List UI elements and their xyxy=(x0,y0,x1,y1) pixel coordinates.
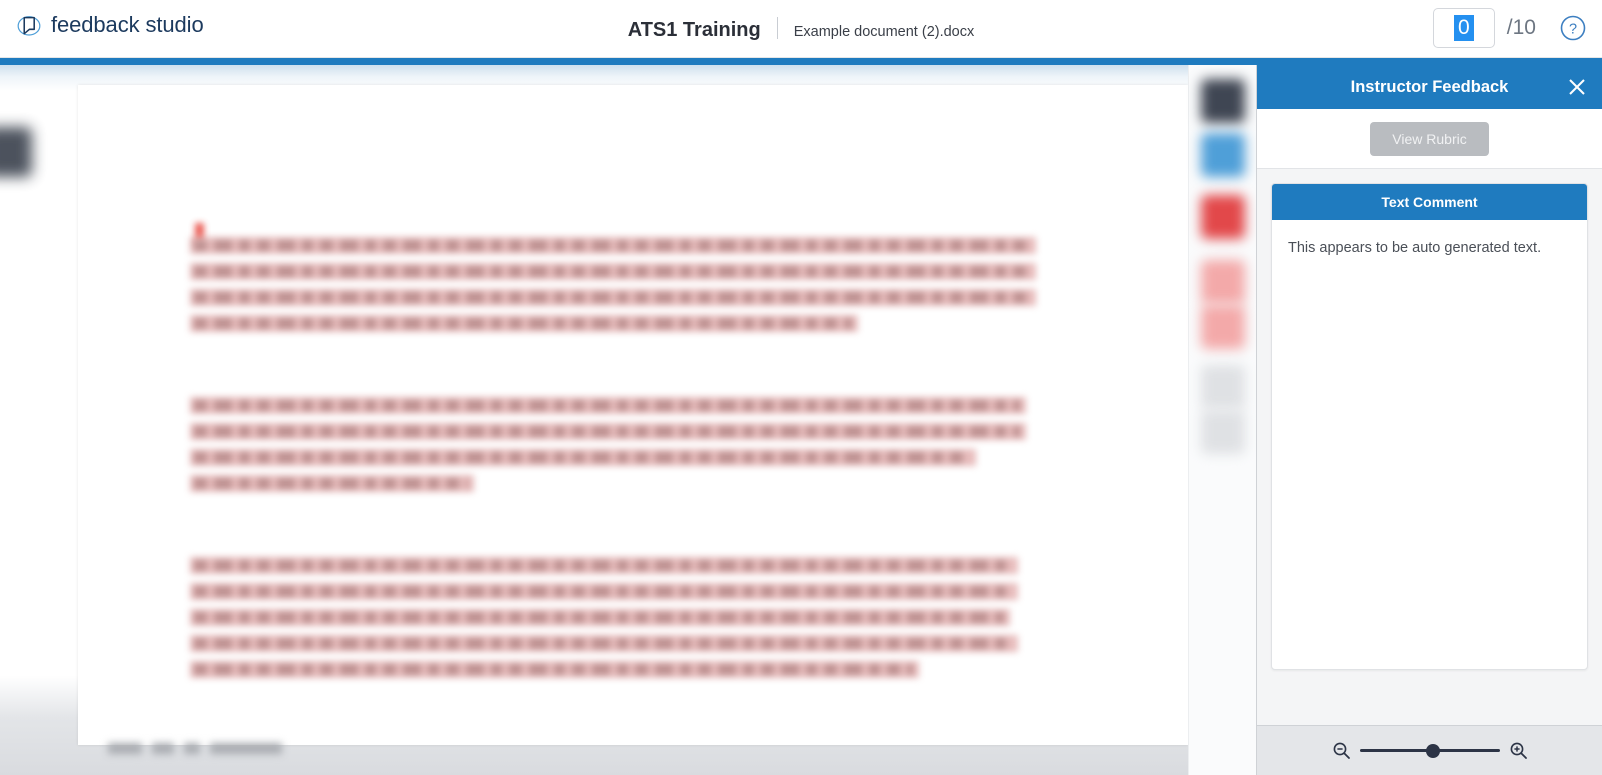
document-viewer xyxy=(0,65,1256,775)
help-circle-icon[interactable]: ? xyxy=(1558,13,1588,43)
feedback-studio-logo-icon xyxy=(16,12,42,38)
similarity-icon[interactable] xyxy=(1201,195,1245,239)
header-accent-rule xyxy=(0,58,1602,65)
top-header: feedback studio ATS1 Training Example do… xyxy=(0,0,1602,58)
text-comment-header: Text Comment xyxy=(1272,184,1587,220)
paper-name: Example document (2).docx xyxy=(793,24,975,40)
feedback-panel-title: Instructor Feedback xyxy=(1350,77,1509,96)
close-icon[interactable] xyxy=(1566,76,1588,98)
assignment-title: ATS1 Training xyxy=(627,19,761,41)
comment-bubble-icon[interactable] xyxy=(1201,133,1245,177)
left-floating-control[interactable] xyxy=(0,127,32,177)
avatar-icon[interactable] xyxy=(1201,79,1245,123)
grade-value: 0 xyxy=(1453,15,1474,41)
all-sources-icon[interactable] xyxy=(1201,305,1245,349)
magnifier-plus-icon[interactable] xyxy=(1509,741,1528,760)
grade-area: 0 /10 ? xyxy=(1432,8,1588,48)
magnifier-minus-icon[interactable] xyxy=(1332,741,1351,760)
title-divider xyxy=(776,17,778,39)
brand-name: feedback studio xyxy=(51,12,204,37)
document-title-area: ATS1 Training Example document (2).docx xyxy=(0,14,1602,42)
feedback-panel-body: Text Comment This appears to be auto gen… xyxy=(1257,169,1602,725)
document-paragraph xyxy=(190,397,1026,501)
svg-text:?: ? xyxy=(1569,22,1577,38)
viewer-tool-rail xyxy=(1188,65,1256,775)
text-comment-card: Text Comment This appears to be auto gen… xyxy=(1271,183,1588,670)
feedback-panel-header: Instructor Feedback xyxy=(1257,65,1602,109)
zoom-bar xyxy=(1257,725,1602,775)
grade-input[interactable]: 0 xyxy=(1432,8,1495,48)
feedback-studio-app: feedback studio ATS1 Training Example do… xyxy=(0,0,1602,775)
brand[interactable]: feedback studio xyxy=(16,12,204,38)
zoom-slider-thumb[interactable] xyxy=(1425,743,1440,758)
instructor-feedback-panel: Instructor Feedback View Rubric Text Com… xyxy=(1256,65,1602,775)
zoom-slider[interactable] xyxy=(1359,743,1500,758)
rubric-zone: View Rubric xyxy=(1257,109,1602,169)
view-rubric-button[interactable]: View Rubric xyxy=(1370,121,1489,156)
download-icon[interactable] xyxy=(1201,410,1245,454)
document-page xyxy=(78,85,1188,755)
grade-total: /10 xyxy=(1506,16,1536,39)
page-footer-text xyxy=(108,740,358,755)
document-paragraph xyxy=(190,557,1018,687)
match-overview-icon[interactable] xyxy=(1201,260,1245,304)
text-comment-body[interactable]: This appears to be auto generated text. xyxy=(1272,220,1587,669)
document-paragraph xyxy=(190,237,1036,341)
filters-icon[interactable] xyxy=(1201,365,1245,409)
